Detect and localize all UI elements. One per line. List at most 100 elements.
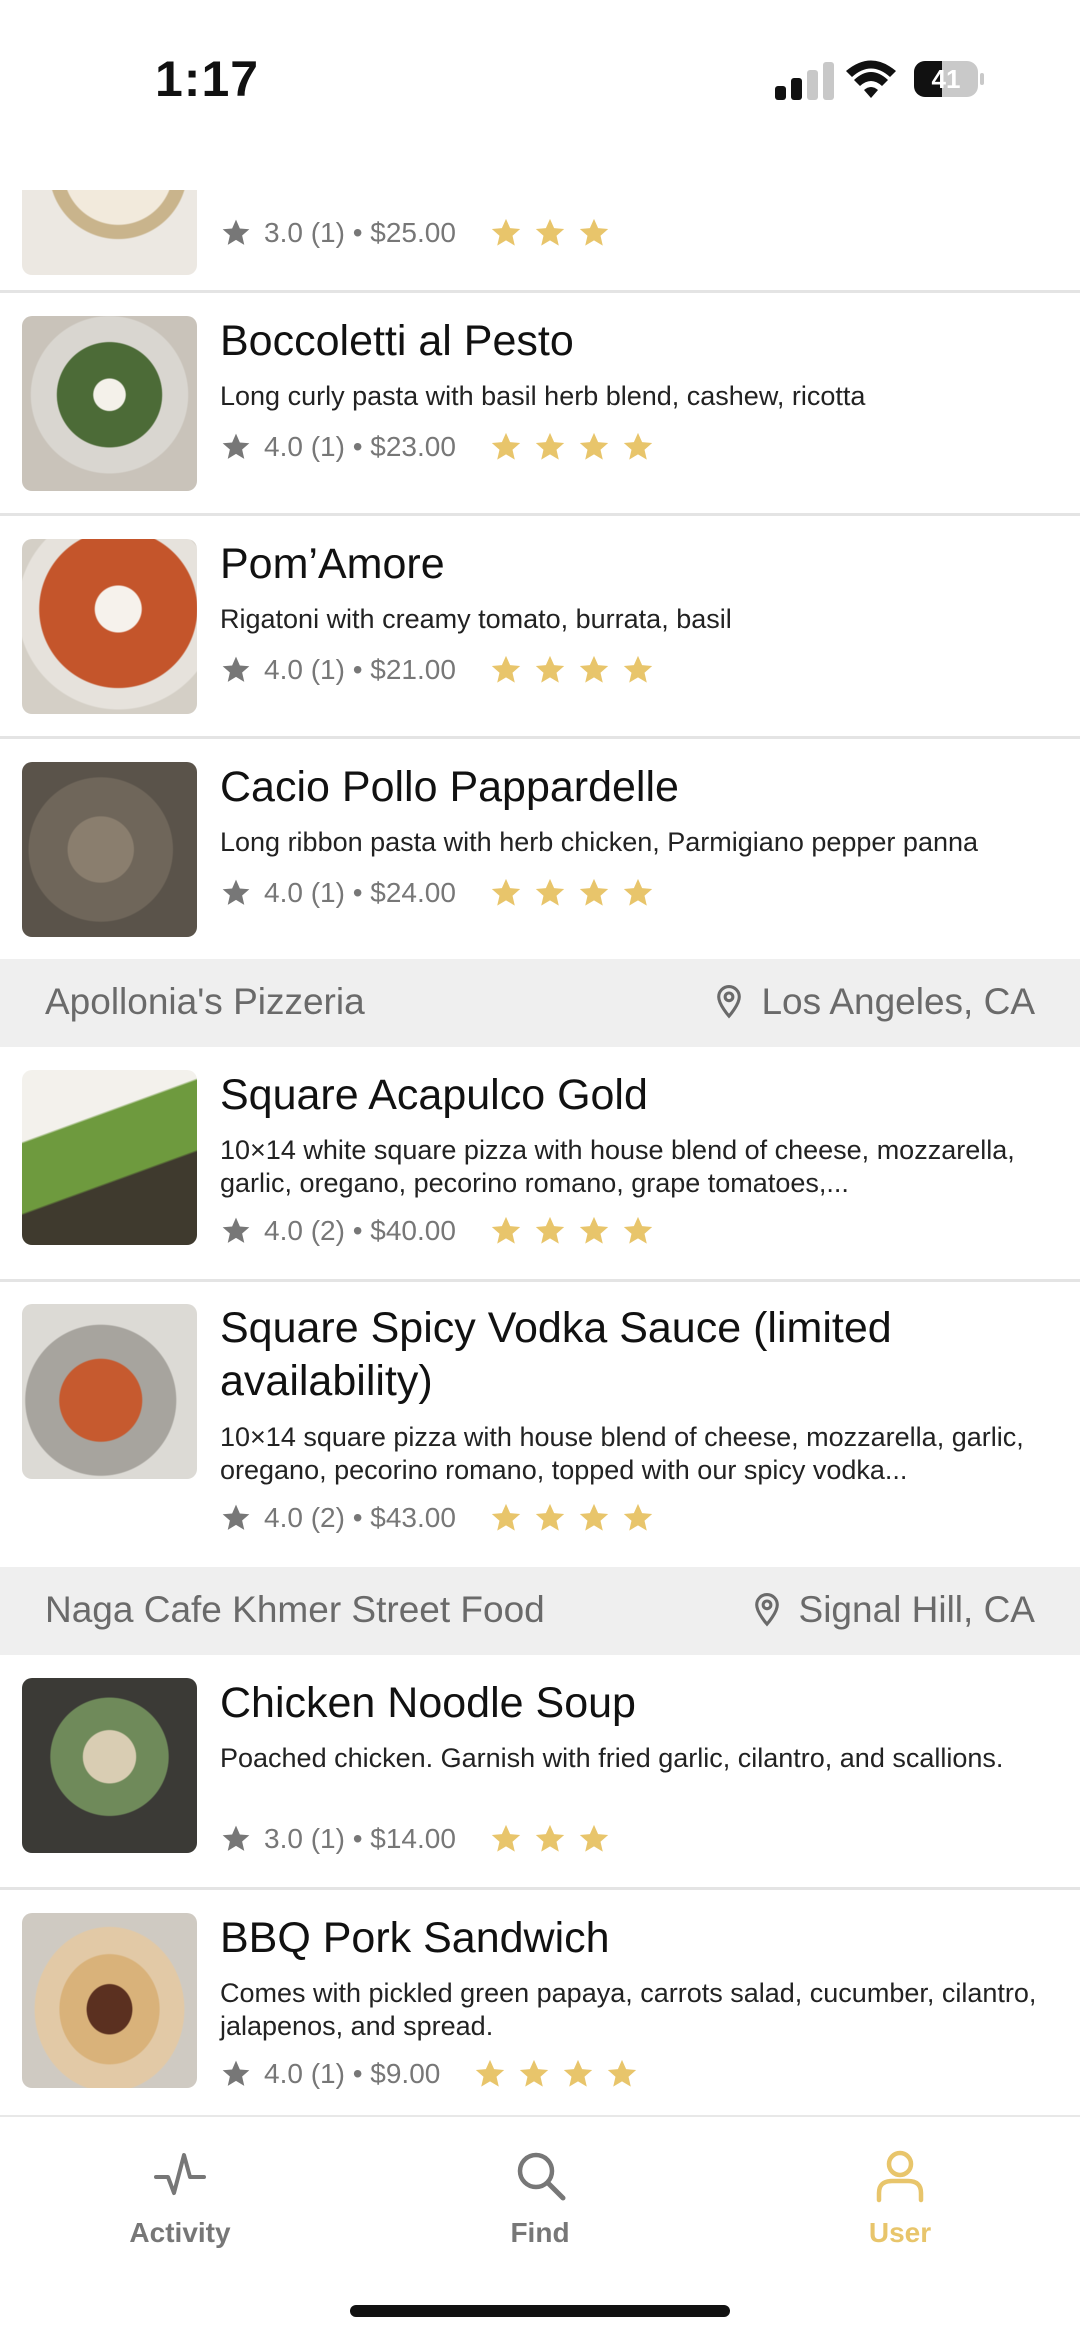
restaurant-header[interactable]: Naga Cafe Khmer Street Food Signal Hill,… bbox=[0, 1567, 1080, 1655]
dish-name: BBQ Pork Sandwich bbox=[220, 1914, 610, 1962]
dish-description: Poached chicken. Garnish with fried garl… bbox=[220, 1743, 1004, 1773]
star-icon bbox=[579, 1824, 609, 1852]
star-icon bbox=[608, 2059, 637, 2087]
status-time: 1:17 bbox=[155, 51, 260, 107]
rating-star-icon bbox=[222, 879, 250, 905]
rating-star-icon bbox=[222, 433, 250, 459]
dish-name: Cacio Pollo Pappardelle bbox=[220, 763, 679, 811]
rating-price: 3.0 (1) • $25.00 bbox=[264, 217, 456, 248]
restaurant-location: Signal Hill, CA bbox=[751, 1589, 1035, 1631]
wifi-icon bbox=[846, 60, 896, 98]
dish-photo bbox=[22, 762, 197, 937]
list-item[interactable]: 3.0 (1) • $25.00 bbox=[0, 190, 1080, 293]
battery-level: 41 bbox=[932, 64, 961, 94]
star-icon bbox=[579, 218, 609, 246]
star-rating bbox=[489, 1501, 665, 1535]
list-item[interactable]: Cacio Pollo Pappardelle Long ribbon past… bbox=[0, 739, 1080, 959]
rating-price: 4.0 (2) • $40.00 bbox=[264, 1215, 456, 1246]
rating-price: 4.0 (1) • $9.00 bbox=[264, 2058, 441, 2089]
star-icon bbox=[623, 432, 653, 460]
list-item[interactable]: Pom’Amore Rigatoni with creamy tomato, b… bbox=[0, 516, 1080, 739]
star-icon bbox=[535, 1503, 565, 1531]
star-icon bbox=[623, 1503, 653, 1531]
star-icon bbox=[564, 2059, 593, 2087]
star-icon bbox=[535, 655, 565, 683]
star-icon bbox=[579, 878, 609, 906]
rating-star-icon bbox=[222, 656, 250, 682]
star-icon bbox=[579, 1503, 609, 1531]
restaurant-name: Naga Cafe Khmer Street Food bbox=[45, 1589, 545, 1630]
list-item[interactable]: Square Spicy Vodka Sauce (limited availa… bbox=[0, 1282, 1080, 1567]
tab-user[interactable]: User bbox=[780, 2147, 1020, 2249]
rating-price: 3.0 (1) • $14.00 bbox=[264, 1823, 456, 1854]
restaurant-location: Los Angeles, CA bbox=[713, 981, 1035, 1023]
cellular-signal-icon bbox=[775, 62, 835, 100]
star-icon bbox=[520, 2059, 549, 2087]
star-icon bbox=[476, 2059, 505, 2087]
location-pin-icon bbox=[754, 1593, 779, 1627]
star-icon bbox=[579, 1216, 609, 1244]
tab-find[interactable]: Find bbox=[420, 2147, 660, 2249]
list-item[interactable]: Chicken Noodle Soup Poached chicken. Gar… bbox=[0, 1655, 1080, 1890]
star-icon bbox=[491, 218, 521, 246]
dish-description: Rigatoni with creamy tomato, burrata, ba… bbox=[220, 604, 732, 634]
star-icon bbox=[491, 1216, 521, 1244]
dish-name: Square Spicy Vodka Sauce (limited availa… bbox=[220, 1304, 892, 1405]
dish-description: Long ribbon pasta with herb chicken, Par… bbox=[220, 827, 979, 857]
star-icon bbox=[579, 432, 609, 460]
dish-name: Boccoletti al Pesto bbox=[220, 317, 574, 365]
star-rating bbox=[473, 2057, 649, 2091]
battery-icon: 41 bbox=[914, 61, 984, 97]
star-icon bbox=[623, 878, 653, 906]
rating-star-icon bbox=[222, 2060, 250, 2086]
dish-name: Square Acapulco Gold bbox=[220, 1071, 648, 1119]
location-text: Signal Hill, CA bbox=[798, 1589, 1035, 1630]
dish-photo bbox=[22, 539, 197, 714]
star-rating bbox=[489, 653, 665, 687]
star-rating bbox=[489, 216, 621, 250]
location-pin-icon bbox=[717, 985, 742, 1019]
rating-price: 4.0 (1) • $24.00 bbox=[264, 877, 456, 908]
dish-description: 10×14 white square pizza with house blen… bbox=[220, 1135, 1015, 1198]
dish-photo bbox=[22, 1304, 197, 1479]
tab-activity[interactable]: Activity bbox=[60, 2147, 300, 2249]
rating-star-icon bbox=[222, 219, 250, 245]
star-rating bbox=[489, 876, 665, 910]
status-bar: 1:17 41 bbox=[0, 0, 1080, 190]
rating-price: 4.0 (1) • $21.00 bbox=[264, 654, 456, 685]
dish-photo bbox=[22, 316, 197, 491]
rating-star-icon bbox=[222, 1825, 250, 1851]
tab-label: Activity bbox=[129, 2217, 231, 2248]
dish-description: 10×14 square pizza with house blend of c… bbox=[220, 1422, 1024, 1485]
star-icon bbox=[491, 655, 521, 683]
home-indicator[interactable] bbox=[350, 2305, 730, 2317]
dish-photo bbox=[22, 1678, 197, 1853]
list-item[interactable]: Boccoletti al Pesto Long curly pasta wit… bbox=[0, 293, 1080, 516]
star-rating bbox=[489, 1214, 665, 1248]
star-rating bbox=[489, 1822, 621, 1856]
rating-price: 4.0 (1) • $23.00 bbox=[264, 431, 456, 462]
tab-label: User bbox=[868, 2217, 932, 2248]
location-text: Los Angeles, CA bbox=[761, 981, 1035, 1022]
restaurant-header[interactable]: Apollonia's Pizzeria Los Angeles, CA bbox=[0, 959, 1080, 1047]
activity-icon bbox=[154, 2153, 206, 2195]
star-rating bbox=[489, 430, 665, 464]
dish-photo bbox=[22, 190, 197, 275]
star-icon bbox=[535, 878, 565, 906]
star-icon bbox=[491, 1503, 521, 1531]
dish-photo bbox=[22, 1070, 197, 1245]
search-icon bbox=[517, 2152, 566, 2201]
dish-list[interactable]: 3.0 (1) • $25.00 Boccoletti al Pesto Lon… bbox=[0, 190, 1080, 2115]
star-icon bbox=[491, 1824, 521, 1852]
dish-photo bbox=[22, 1913, 197, 2088]
dish-name: Chicken Noodle Soup bbox=[220, 1679, 636, 1727]
star-icon bbox=[535, 218, 565, 246]
list-item[interactable]: Square Acapulco Gold 10×14 white square … bbox=[0, 1047, 1080, 1282]
star-icon bbox=[491, 432, 521, 460]
star-icon bbox=[535, 1216, 565, 1244]
user-icon bbox=[876, 2150, 924, 2203]
star-icon bbox=[623, 655, 653, 683]
list-item[interactable]: BBQ Pork Sandwich Comes with pickled gre… bbox=[0, 1890, 1080, 2115]
restaurant-name: Apollonia's Pizzeria bbox=[45, 981, 365, 1022]
star-icon bbox=[535, 1824, 565, 1852]
